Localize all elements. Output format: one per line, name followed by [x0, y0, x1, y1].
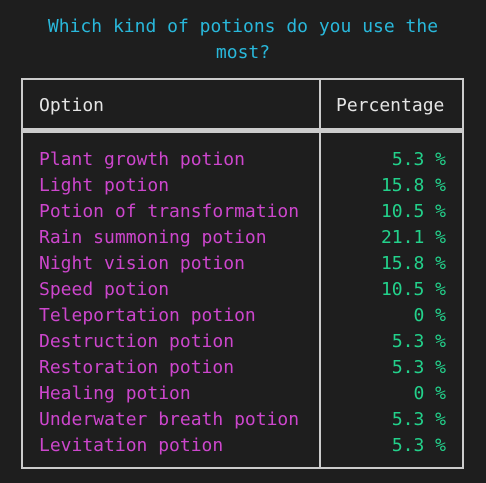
- percentage-cell: 5.3 %: [391, 409, 446, 430]
- option-cell: Destruction potion: [39, 331, 235, 352]
- percentage-cell: 5.3 %: [391, 149, 446, 170]
- option-cell: Speed potion: [39, 279, 170, 300]
- percentage-cell: 5.3 %: [391, 357, 446, 378]
- table-body: Plant growth potion 5.3 % Light potion 1…: [23, 147, 462, 459]
- percentage-cell: 15.8 %: [380, 175, 446, 196]
- option-cell: Teleportation potion: [39, 305, 256, 326]
- table-row: Light potion 15.8 %: [23, 173, 462, 199]
- option-cell: Light potion: [39, 175, 170, 196]
- percentage-cell: 10.5 %: [380, 201, 446, 222]
- table-row: Potion of transformation 10.5 %: [23, 199, 462, 225]
- option-cell: Potion of transformation: [39, 201, 300, 222]
- percentage-cell: 21.1 %: [380, 227, 446, 248]
- option-cell: Restoration potion: [39, 357, 235, 378]
- table-row: Rain summoning potion 21.1 %: [23, 225, 462, 251]
- option-cell: Rain summoning potion: [39, 227, 267, 248]
- percentage-cell: 0 %: [413, 383, 446, 404]
- table-header-row: Option Percentage: [22, 79, 463, 133]
- option-cell: Underwater breath potion: [39, 409, 300, 430]
- option-cell: Levitation potion: [39, 435, 224, 456]
- column-header-option: Option: [39, 95, 105, 116]
- table-row: Night vision potion 15.8 %: [23, 251, 462, 277]
- percentage-cell: 10.5 %: [380, 279, 446, 300]
- table-row: Levitation potion 5.3 %: [23, 433, 462, 459]
- table-row: Underwater breath potion 5.3 %: [23, 407, 462, 433]
- option-cell: Night vision potion: [39, 253, 245, 274]
- table-row: Plant growth potion 5.3 %: [23, 147, 462, 173]
- table-row: Teleportation potion 0 %: [23, 303, 462, 329]
- percentage-cell: 5.3 %: [391, 331, 446, 352]
- option-cell: Healing potion: [39, 383, 191, 404]
- column-header-percentage: Percentage: [336, 95, 445, 116]
- poll-question: Which kind of potions do you use the mos…: [47, 16, 439, 63]
- table-row: Healing potion 0 %: [23, 381, 462, 407]
- percentage-cell: 15.8 %: [380, 253, 446, 274]
- table-row: Speed potion 10.5 %: [23, 277, 462, 303]
- results-table: Option Percentage Plant growth potion 5.…: [21, 78, 464, 469]
- table-row: Destruction potion 5.3 %: [23, 329, 462, 355]
- table-row: Restoration potion 5.3 %: [23, 355, 462, 381]
- percentage-cell: 0 %: [413, 305, 446, 326]
- option-cell: Plant growth potion: [39, 149, 245, 170]
- percentage-cell: 5.3 %: [391, 435, 446, 456]
